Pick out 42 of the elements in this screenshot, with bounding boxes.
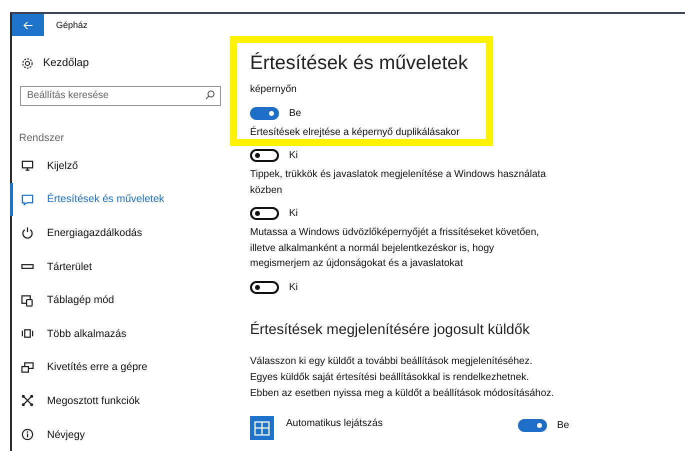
- home-link[interactable]: Kezdőlap: [12, 51, 230, 75]
- sidebar-item[interactable]: Kivetítés erre a gépre: [10, 350, 230, 384]
- sidebar-item[interactable]: Megosztott funkciók: [10, 384, 230, 418]
- search-field[interactable]: Beállítás keresése: [20, 86, 221, 106]
- setting-label: Értesítések elrejtése a képernyő duplikálásakor: [250, 125, 461, 140]
- toggle-state: Ki: [289, 208, 298, 219]
- back-arrow-icon: [23, 20, 33, 30]
- screens-icon: [21, 360, 34, 374]
- gear-icon: [21, 56, 34, 70]
- speech-bubble-icon: [21, 192, 34, 206]
- sidebar-item[interactable]: Értesítések és műveletek: [10, 182, 230, 216]
- back-button[interactable]: [12, 14, 44, 36]
- share-icon: [21, 394, 34, 408]
- sidebar-item[interactable]: Táblagép mód: [10, 283, 230, 317]
- sidebar-item[interactable]: Energiagazdálkodás: [10, 216, 230, 250]
- toggle-switch[interactable]: [250, 149, 279, 162]
- search-icon: [205, 90, 215, 100]
- page-title: Értesítések és műveletek: [250, 52, 469, 75]
- description-text: Válasszon ki egy küldőt a további beállítások megjelenítéséhez. Egyes küldők saját értesítési beállításokkal is rendelkezhetnek. Ebben az esetben nyissa meg a küldőt a beállítások módosításához.: [250, 354, 556, 400]
- setting-label: Tippek, trükkök és javaslatok megjelenítése a Windows használata közben: [250, 168, 547, 198]
- tablet-icon: [21, 294, 34, 307]
- app-name: Automatikus lejátszás: [286, 418, 384, 428]
- toggle-switch[interactable]: [250, 106, 279, 120]
- toggle-state: Ki: [289, 150, 298, 161]
- power-icon: [21, 226, 34, 240]
- setting-label: képernyőn: [250, 83, 298, 97]
- window-title: Gépház: [56, 20, 88, 30]
- sidebar-item[interactable]: Több alkalmazás: [10, 316, 230, 351]
- monitor-icon: [21, 159, 34, 172]
- sidebar-item[interactable]: Kijelző: [10, 149, 230, 183]
- section-heading: Értesítések megjelenítésére jogosult küldők: [250, 322, 531, 338]
- toggle-state: Be: [289, 108, 302, 118]
- toggle-state: Ki: [289, 282, 298, 292]
- toggle-switch[interactable]: [250, 207, 279, 220]
- toggle-switch[interactable]: [250, 280, 279, 294]
- setting-label: Mutassa a Windows üdvözlőképernyőjét a frissítéseket követően, illetve alkalmanként a normál bejelentkezéskor is, hogy megismerjem az újdonságokat és a javaslatokat: [250, 226, 540, 271]
- info-icon: [21, 428, 34, 442]
- sidebar-item[interactable]: Tárterület: [10, 250, 230, 284]
- sidebar-item[interactable]: Névjegy: [10, 418, 230, 451]
- section-heading: Rendszer: [18, 132, 65, 144]
- toggle-state: Be: [557, 420, 570, 430]
- toggle-switch[interactable]: [518, 418, 547, 432]
